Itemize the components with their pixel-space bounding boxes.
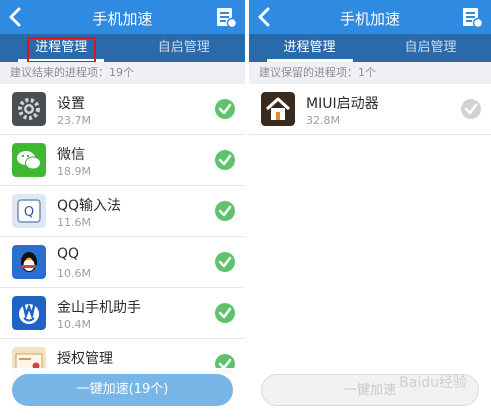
app-name: QQ [57,246,80,262]
list-item[interactable]: 金山手机助手 10.4M [0,288,245,339]
svg-text:Q: Q [24,205,34,220]
right-screen: 手机加速 进程管理 自启管理 建议保留的进程项：1个 MIUI启动器 32.8M [249,0,491,417]
list-item[interactable]: MIUI启动器 32.8M [249,84,491,135]
app-name: QQ输入法 [57,198,122,214]
list-item[interactable]: QQ 10.6M [0,237,245,288]
app-size: 18.9M [57,165,91,178]
wechat-icon [12,143,46,177]
app-name: 微信 [57,147,85,163]
app-size: 23.7M [57,114,91,127]
check-circle-icon[interactable] [215,150,235,170]
app-size: 10.4M [57,318,91,331]
bottom-action-area: 一键加速(19个) [0,368,245,417]
check-circle-icon[interactable] [215,303,235,323]
page-title: 手机加速 [339,10,400,28]
app-name: MIUI启动器 [306,96,379,112]
annotation-highlight-box [27,37,96,63]
page-title: 手机加速 [92,10,153,28]
section-header: 建议保留的进程项：1个 [249,62,491,84]
kingsoft-assistant-icon [12,296,46,330]
miui-launcher-icon [261,92,295,126]
list-item[interactable]: 微信 18.9M [0,135,245,186]
tab-autostart-management[interactable]: 自启管理 [123,34,246,62]
check-circle-icon[interactable] [461,99,481,119]
process-list: 设置 23.7M 微信 18.9M Q QQ输入法 11.6M QQ 10.6M… [0,84,245,390]
app-name: 金山手机助手 [57,300,141,316]
tab-autostart-management[interactable]: 自启管理 [370,34,491,62]
title-bar: 手机加速 [0,0,245,34]
app-size: 10.6M [57,267,91,280]
qq-icon [12,245,46,279]
clean-list-icon[interactable] [461,6,483,28]
left-screen: 手机加速 进程管理 自启管理 建议结束的进程项：19个 设置 23.7M 微信 … [0,0,245,417]
tab-process-management[interactable]: 进程管理 [249,34,370,62]
app-name: 授权管理 [57,351,113,367]
app-name: 设置 [57,96,85,112]
qq-input-icon: Q [12,194,46,228]
check-circle-icon[interactable] [215,201,235,221]
baidu-watermark: Baidu经验 [399,375,467,391]
list-item[interactable]: 设置 23.7M [0,84,245,135]
process-list: MIUI启动器 32.8M [249,84,491,135]
settings-icon [12,92,46,126]
clean-list-icon[interactable] [215,6,237,28]
title-bar: 手机加速 [249,0,491,34]
app-size: 11.6M [57,216,91,229]
app-size: 32.8M [306,114,340,127]
one-click-boost-button[interactable]: 一键加速(19个) [12,374,233,406]
list-item[interactable]: Q QQ输入法 11.6M [0,186,245,237]
check-circle-icon[interactable] [215,252,235,272]
section-header: 建议结束的进程项：19个 [0,62,245,84]
tab-bar: 进程管理 自启管理 [249,34,491,62]
check-circle-icon[interactable] [215,99,235,119]
